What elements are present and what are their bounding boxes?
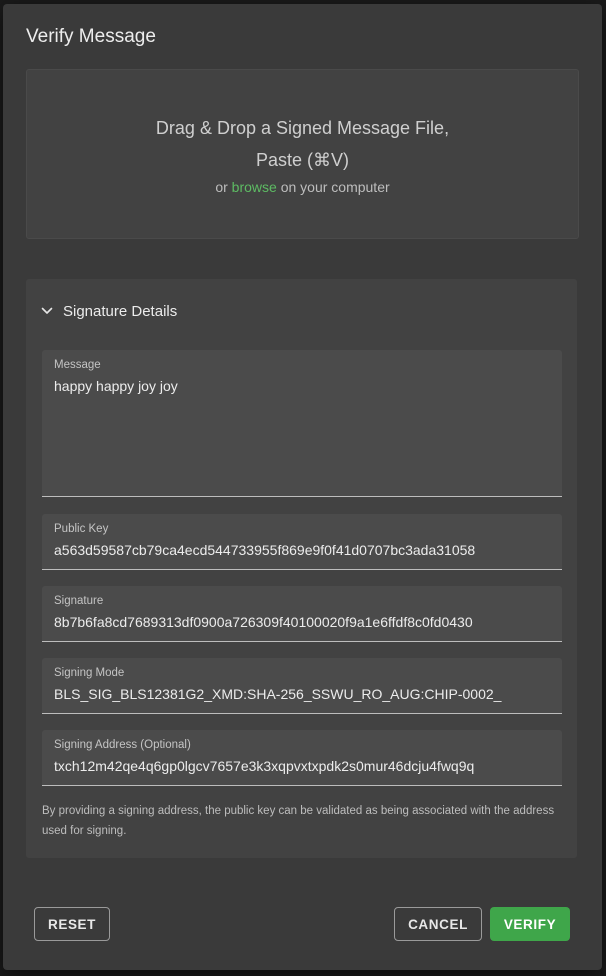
signing-address-value: txch12m42qe4q6gp0lgcv7657e3k3xqpvxtxpdk2… (54, 758, 475, 774)
file-dropzone[interactable]: Drag & Drop a Signed Message File, Paste… (26, 69, 579, 239)
verify-message-dialog: Verify Message Drag & Drop a Signed Mess… (3, 4, 602, 970)
signature-label: Signature (54, 595, 104, 607)
signing-mode-value: BLS_SIG_BLS12381G2_XMD:SHA-256_SSWU_RO_A… (54, 686, 502, 702)
reset-button[interactable]: RESET (34, 907, 110, 941)
signing-address-field[interactable]: Signing Address (Optional) txch12m42qe4q… (42, 730, 562, 786)
dropzone-suffix: on your computer (276, 179, 390, 195)
signature-details-toggle[interactable]: Signature Details (40, 300, 177, 322)
signature-value: 8b7b6fa8cd7689313df0900a726309f40100020f… (54, 614, 473, 630)
dropzone-paste-hint: Paste (⌘V) (255, 150, 350, 170)
dropzone-prefix: or (215, 179, 232, 195)
dropzone-browse-line: or browse on your computer (27, 179, 578, 195)
signature-field[interactable]: Signature 8b7b6fa8cd7689313df0900a726309… (42, 586, 562, 642)
chevron-down-icon (41, 307, 53, 314)
signing-mode-label: Signing Mode (54, 667, 125, 679)
verify-button[interactable]: VERIFY (490, 907, 570, 941)
signing-mode-field[interactable]: Signing Mode BLS_SIG_BLS12381G2_XMD:SHA-… (42, 658, 562, 714)
dropzone-instruction: Drag & Drop a Signed Message File, (155, 118, 450, 138)
message-value: happy happy joy joy (54, 378, 178, 394)
public-key-label: Public Key (54, 523, 109, 535)
browse-link[interactable]: browse (232, 179, 277, 195)
public-key-field[interactable]: Public Key a563d59587cb79ca4ecd544733955… (42, 514, 562, 570)
message-field[interactable]: Message happy happy joy joy (42, 350, 562, 497)
signature-details-panel: Signature Details Message happy happy jo… (26, 279, 577, 858)
cancel-button[interactable]: CANCEL (394, 907, 482, 941)
signature-details-title: Signature Details (63, 302, 178, 320)
signing-address-label: Signing Address (Optional) (54, 739, 191, 751)
message-label: Message (54, 359, 101, 371)
public-key-value: a563d59587cb79ca4ecd544733955f869e9f0f41… (54, 542, 476, 558)
signing-address-helper-text: By providing a signing address, the publ… (42, 805, 555, 837)
dialog-title: Verify Message (26, 26, 156, 47)
